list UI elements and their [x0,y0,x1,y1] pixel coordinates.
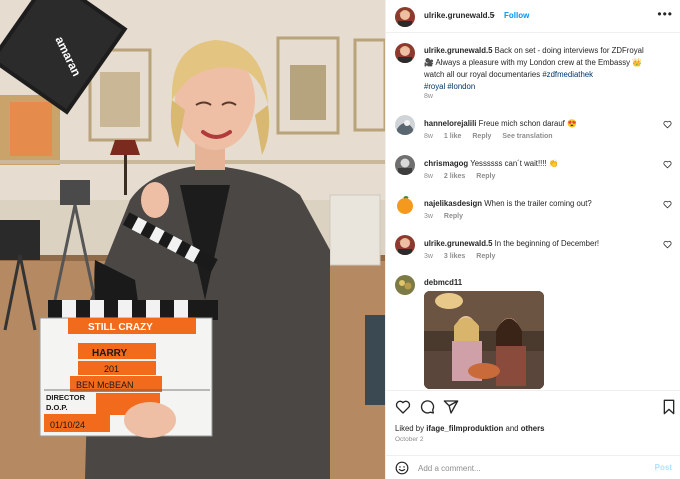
caption-text: ulrike.grunewald.5 Back on set - doing i… [424,45,669,93]
comment-body: najelikasdesign When is the trailer comi… [424,198,654,209]
like-comment-heart-icon[interactable] [663,240,672,249]
clapper-dop-name: BEN McBEAN [76,380,134,390]
caption-time: 8w [424,93,433,100]
liked-by-and: and [505,424,519,433]
comment-username[interactable]: hannelorejalili [424,119,476,128]
commenter-avatar[interactable] [395,195,415,215]
commenter-avatar[interactable] [395,275,415,295]
clapper-scene: 201 [104,364,119,374]
clapper-date: 01/10/24 [50,420,85,430]
post-photo[interactable]: amaran STILL CRAZY HARRY 201 BEN McBEAN … [0,0,385,479]
caption-username[interactable]: ulrike.grunewald.5 [424,46,492,55]
commenter-avatar[interactable] [395,155,415,175]
hashtag-zdfmediathek[interactable]: #zdfmediathek [542,70,593,79]
save-bookmark-icon[interactable] [661,399,677,415]
reply-button[interactable]: Reply [444,213,463,220]
like-comment-heart-icon[interactable] [663,120,672,129]
comment-body: ulrike.grunewald.5 In the beginning of D… [424,238,654,249]
post-comment-button[interactable]: Post [655,463,672,472]
comment-likes[interactable]: 1 like [444,133,462,140]
comment-item: ulrike.grunewald.5 In the beginning of D… [386,235,680,269]
comment-text: When is the trailer coming out? [484,199,592,208]
comment-time: 8w [424,133,433,140]
like-heart-icon[interactable] [395,399,411,415]
comment-likes[interactable]: 3 likes [444,253,465,260]
clapper-director-label: DIRECTOR [46,393,86,402]
reply-button[interactable]: Reply [476,173,495,180]
comment-time: 8w [424,173,433,180]
separator-dot: • [492,11,495,20]
author-username[interactable]: ulrike.grunewald.5 [424,11,494,20]
comment-time: 3w [424,253,433,260]
photo-illustration: amaran STILL CRAZY HARRY 201 BEN McBEAN … [0,0,385,479]
comment-bubble-icon[interactable] [419,399,435,415]
comment-meta: 3w Reply [424,213,472,220]
comment-text: Yessssss can´t wait!!!! 👏 [470,159,559,168]
commenter-avatar[interactable] [395,115,415,135]
reply-button[interactable]: Reply [472,133,491,140]
caption-line-3: watch all our royal documentaries [424,70,541,79]
liked-by-others[interactable]: others [521,424,545,433]
commenter-avatar[interactable] [395,235,415,255]
post-date: October 2 [395,436,424,443]
share-paper-plane-icon[interactable] [443,399,459,415]
hashtag-london[interactable]: #london [447,82,475,91]
comment-body: chrismagog Yessssss can´t wait!!!! 👏 [424,158,654,169]
comment-meta: 3w 3 likes Reply [424,253,504,260]
hashtag-royal[interactable]: #royal [424,82,445,91]
post-header: ulrike.grunewald.5 • Follow ••• [386,0,680,33]
caption-line-1: Back on set - doing interviews for ZDFro… [494,46,644,55]
like-comment-heart-icon[interactable] [663,200,672,209]
comment-meta: 8w 2 likes Reply [424,173,504,180]
like-comment-heart-icon[interactable] [663,160,672,169]
comment-username[interactable]: najelikasdesign [424,199,482,208]
clapper-dop-label: D.O.P. [46,403,68,412]
comment-likes[interactable]: 2 likes [444,173,465,180]
see-translation-button[interactable]: See translation [502,133,552,140]
comment-item: najelikasdesign When is the trailer comi… [386,195,680,229]
reply-button[interactable]: Reply [476,253,495,260]
gif-image[interactable] [424,291,544,389]
liked-by-user[interactable]: ifage_filmproduktion [426,424,503,433]
more-options-icon[interactable]: ••• [657,7,673,21]
liked-by-text: Liked by ifage_filmproduktion and others [395,424,545,433]
caption-avatar[interactable] [395,43,415,63]
post-actions: Liked by ifage_filmproduktion and others… [386,390,680,446]
comment-username[interactable]: ulrike.grunewald.5 [424,239,492,248]
comment-username[interactable]: debmcd11 [424,278,462,287]
gif-comment-item: debmcd11 [386,275,680,390]
comment-item: hannelorejalili Freue mich schon darauf … [386,115,680,149]
comment-time: 3w [424,213,433,220]
caption-line-2: 🎥 Always a pleasure with my London crew … [424,58,642,67]
post-sidebar: ulrike.grunewald.5 • Follow ••• ulrike.g… [385,0,680,479]
comment-item: chrismagog Yessssss can´t wait!!!! 👏 8w … [386,155,680,189]
comment-meta: 8w 1 like Reply See translation [424,133,562,140]
emoji-icon[interactable] [395,461,409,475]
comment-body: hannelorejalili Freue mich schon darauf … [424,118,654,129]
clapper-title: STILL CRAZY [88,322,153,333]
comment-input[interactable] [418,460,643,476]
comment-text: In the beginning of December! [494,239,600,248]
comment-text: Freue mich schon darauf 😍 [478,119,577,128]
liked-by-prefix: Liked by [395,424,425,433]
author-avatar[interactable] [395,7,415,27]
clapper-roll: HARRY [92,348,128,359]
comment-username[interactable]: chrismagog [424,159,468,168]
add-comment-bar: Post [386,455,680,479]
follow-button[interactable]: Follow [504,11,529,20]
